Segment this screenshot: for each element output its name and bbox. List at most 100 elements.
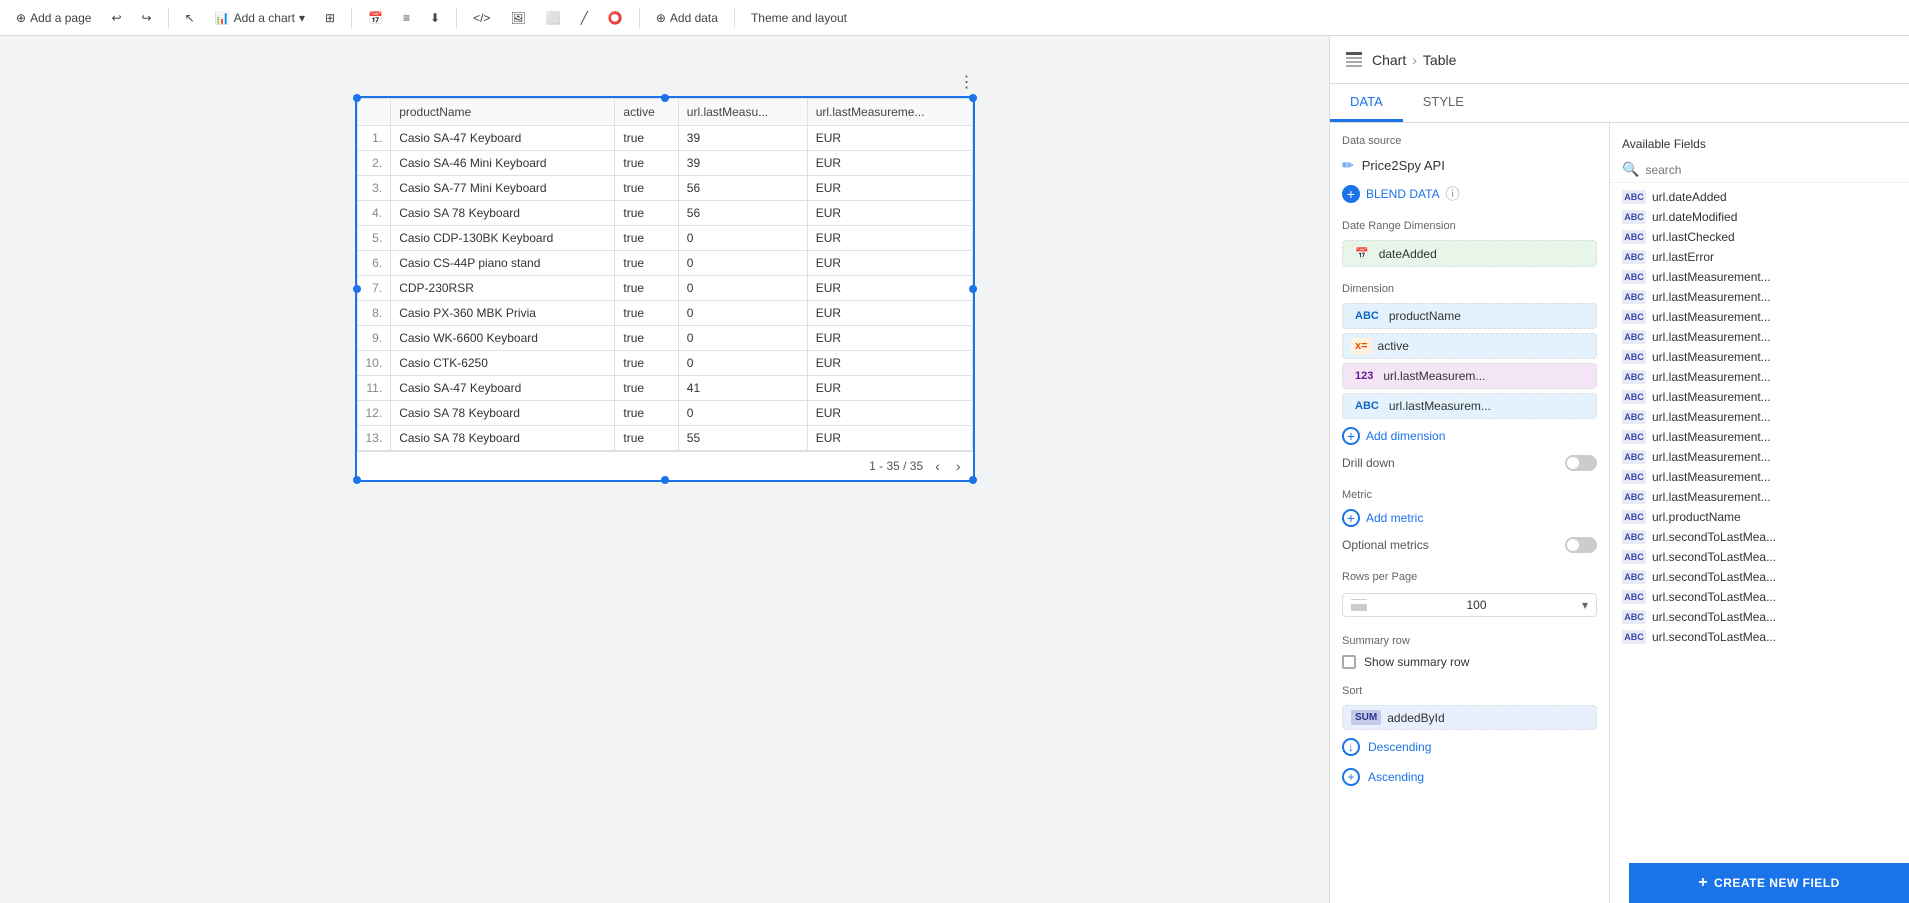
resize-handle-tm[interactable]	[661, 94, 669, 102]
available-field-item[interactable]: ABC url.secondToLastMea...	[1610, 567, 1909, 587]
resize-handle-br[interactable]	[969, 476, 977, 484]
table-list-icon	[1342, 48, 1366, 72]
create-new-field-button[interactable]: + CREATE NEW FIELD	[1629, 863, 1909, 903]
add-chart-button[interactable]: 📊 Add a chart ▾	[207, 7, 313, 29]
available-field-item[interactable]: ABC url.productName	[1610, 507, 1909, 527]
tab-data[interactable]: DATA	[1330, 84, 1403, 122]
resize-handle-bm[interactable]	[661, 476, 669, 484]
resize-handle-bl[interactable]	[353, 476, 361, 484]
redo-button[interactable]: ↪	[134, 7, 160, 29]
dim-productname-chip[interactable]: ABC productName	[1342, 303, 1597, 329]
available-field-item[interactable]: ABC url.lastMeasurement...	[1610, 487, 1909, 507]
filter-button[interactable]: ≡	[395, 7, 418, 29]
active-cell: true	[615, 126, 678, 151]
add-data-button[interactable]: ⊕ Add data	[648, 7, 726, 29]
info-icon[interactable]: ⓘ	[1446, 184, 1460, 204]
add-metric-row[interactable]: + Add metric	[1330, 505, 1609, 531]
metric-section-label: Metric	[1330, 477, 1609, 505]
available-field-item[interactable]: ABC url.lastMeasurement...	[1610, 407, 1909, 427]
col-num-header	[357, 99, 391, 126]
resize-handle-mr[interactable]	[969, 285, 977, 293]
select-arrow-icon: ▾	[1582, 598, 1588, 612]
available-field-item[interactable]: ABC url.secondToLastMea...	[1610, 527, 1909, 547]
prev-page-button[interactable]: ‹	[931, 456, 944, 476]
field-name-label: url.secondToLastMea...	[1652, 630, 1776, 644]
select-tool-button[interactable]: ↖	[177, 7, 203, 29]
date-range-chip[interactable]: 📅 dateAdded	[1342, 240, 1597, 267]
fields-panel: Available Fields 🔍 ABC url.dateAdded ABC…	[1610, 123, 1909, 903]
shape-button[interactable]: ⭕	[600, 7, 631, 29]
active-cell: true	[615, 301, 678, 326]
field-type-icon: ABC	[1622, 550, 1646, 564]
rows-per-page-select[interactable]: 100 ▾	[1342, 593, 1597, 617]
available-field-item[interactable]: ABC url.lastMeasurement...	[1610, 327, 1909, 347]
available-field-item[interactable]: ABC url.lastChecked	[1610, 227, 1909, 247]
available-field-item[interactable]: ABC url.secondToLastMea...	[1610, 627, 1909, 647]
add-dimension-row[interactable]: + Add dimension	[1330, 423, 1609, 449]
row-num-cell: 8.	[357, 301, 391, 326]
field-name-label: url.lastMeasurement...	[1652, 490, 1771, 504]
field-name-label: url.lastMeasurement...	[1652, 410, 1771, 424]
product-name-cell: Casio SA 78 Keyboard	[391, 401, 615, 426]
grid-view-button[interactable]: ⊞	[317, 7, 343, 29]
row-num-cell: 13.	[357, 426, 391, 451]
next-page-button[interactable]: ›	[952, 456, 965, 476]
available-field-item[interactable]: ABC url.lastMeasurement...	[1610, 347, 1909, 367]
rows-icon	[1351, 599, 1367, 611]
resize-handle-ml[interactable]	[353, 285, 361, 293]
available-field-item[interactable]: ABC url.lastMeasurement...	[1610, 367, 1909, 387]
sort-button[interactable]: ⬇	[422, 7, 448, 29]
available-field-item[interactable]: ABC url.dateAdded	[1610, 187, 1909, 207]
table-row: 7. CDP-230RSR true 0 EUR	[357, 276, 972, 301]
theme-layout-button[interactable]: Theme and layout	[743, 7, 855, 29]
plus-icon: ⊕	[16, 11, 26, 25]
optional-metrics-toggle[interactable]	[1565, 537, 1597, 553]
add-page-button[interactable]: ⊕ Add a page	[8, 7, 99, 29]
box-button[interactable]: ⬜	[538, 7, 569, 29]
available-field-item[interactable]: ABC url.secondToLastMea...	[1610, 607, 1909, 627]
available-field-item[interactable]: ABC url.lastMeasurement...	[1610, 387, 1909, 407]
available-field-item[interactable]: ABC url.lastMeasurement...	[1610, 287, 1909, 307]
drill-down-row: Drill down	[1330, 449, 1609, 477]
field-name-label: url.lastMeasurement...	[1652, 310, 1771, 324]
available-field-item[interactable]: ABC url.lastMeasurement...	[1610, 447, 1909, 467]
code-button[interactable]: </>	[465, 7, 498, 29]
active-cell: true	[615, 426, 678, 451]
available-field-item[interactable]: ABC url.secondToLastMea...	[1610, 587, 1909, 607]
image-button[interactable]: 🖼	[502, 7, 533, 29]
table-row: 13. Casio SA 78 Keyboard true 55 EUR	[357, 426, 972, 451]
canvas-area[interactable]: ⋮ productName active	[0, 36, 1329, 903]
calendar-button[interactable]: 📅	[360, 7, 391, 29]
url-col4-cell: EUR	[807, 426, 972, 451]
blend-data-button[interactable]: + BLEND DATA	[1342, 185, 1440, 203]
available-field-item[interactable]: ABC url.lastMeasurement...	[1610, 267, 1909, 287]
dim-active-chip[interactable]: x= active	[1342, 333, 1597, 359]
url-col4-cell: EUR	[807, 351, 972, 376]
resize-handle-tl[interactable]	[353, 94, 361, 102]
url-col3-cell: 0	[678, 401, 807, 426]
drill-down-label: Drill down	[1342, 456, 1557, 470]
field-name-label: url.lastMeasurement...	[1652, 290, 1771, 304]
sort-chip[interactable]: SUM addedById	[1342, 705, 1597, 730]
dim-url1-chip[interactable]: 123 url.lastMeasurem...	[1342, 363, 1597, 389]
table-row: 9. Casio WK-6600 Keyboard true 0 EUR	[357, 326, 972, 351]
product-name-cell: Casio SA-47 Keyboard	[391, 376, 615, 401]
available-field-item[interactable]: ABC url.secondToLastMea...	[1610, 547, 1909, 567]
drill-down-toggle[interactable]	[1565, 455, 1597, 471]
url-col4-cell: EUR	[807, 326, 972, 351]
line-button[interactable]: ╱	[573, 7, 596, 29]
available-field-item[interactable]: ABC url.lastMeasurement...	[1610, 467, 1909, 487]
dim-url2-chip[interactable]: ABC url.lastMeasurem...	[1342, 393, 1597, 419]
fields-search-input[interactable]	[1645, 163, 1897, 177]
available-field-item[interactable]: ABC url.lastMeasurement...	[1610, 307, 1909, 327]
available-field-item[interactable]: ABC url.dateModified	[1610, 207, 1909, 227]
show-summary-checkbox[interactable]	[1342, 655, 1356, 669]
show-summary-label: Show summary row	[1364, 655, 1469, 669]
available-field-item[interactable]: ABC url.lastMeasurement...	[1610, 427, 1909, 447]
resize-handle-tr[interactable]	[969, 94, 977, 102]
more-options-button[interactable]: ⋮	[959, 72, 975, 92]
tab-style[interactable]: STYLE	[1403, 84, 1484, 122]
available-field-item[interactable]: ABC url.lastError	[1610, 247, 1909, 267]
undo-button[interactable]: ↩	[103, 7, 129, 29]
dim-formula-icon: x=	[1351, 338, 1372, 354]
